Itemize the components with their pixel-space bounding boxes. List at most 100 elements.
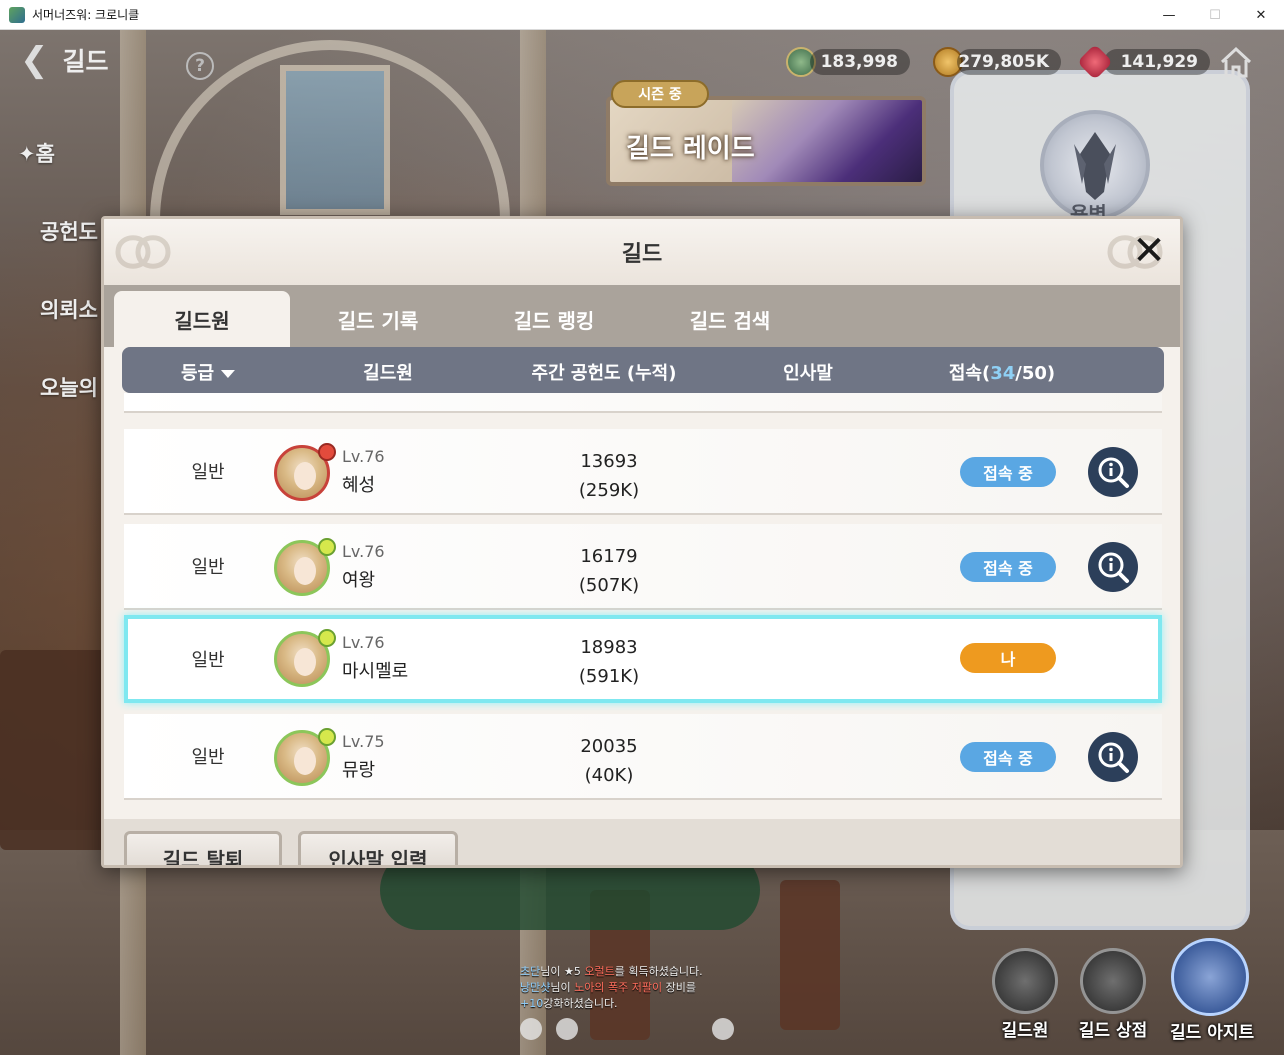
guild-hideout-icon bbox=[1171, 938, 1249, 1016]
tab-guild-search[interactable]: 길드 검색 bbox=[642, 291, 818, 347]
nav-label: 길드원 bbox=[1001, 1021, 1049, 1041]
member-column-label: 길드원 bbox=[363, 363, 413, 384]
attribute-badge-icon bbox=[318, 629, 336, 647]
window-controls: — ☐ ✕ bbox=[1146, 0, 1284, 30]
greeting-column-label: 인사말 bbox=[783, 363, 833, 384]
tab-guild-ranking[interactable]: 길드 랭킹 bbox=[466, 291, 642, 347]
table-row[interactable]: 일반 Lv.75 뮤랑 20035 (40K) 접속 중 bbox=[124, 714, 1162, 800]
red-crystal-icon bbox=[1076, 43, 1114, 81]
window-title: 서머너즈워: 크로니클 bbox=[32, 8, 140, 22]
chat-toggle-icon[interactable] bbox=[556, 1018, 578, 1040]
gold-value: 279,805K bbox=[957, 49, 1061, 75]
member-rank: 일반 bbox=[191, 747, 225, 768]
member-info-button[interactable] bbox=[1088, 447, 1138, 497]
magnify-info-icon bbox=[1098, 742, 1129, 773]
emoji-icon[interactable] bbox=[520, 1018, 542, 1040]
total-contribution: (259K) bbox=[578, 480, 640, 501]
chat-log: 초단님이 ★5 오럴트를 획득하셨습니다. 낭만샷님이 노아의 폭주 저팔이 장… bbox=[520, 964, 703, 1012]
member-level: Lv.76 bbox=[342, 447, 385, 466]
attribute-badge-icon bbox=[318, 538, 336, 556]
magnify-info-icon bbox=[1098, 457, 1129, 488]
game-viewport: 용병 ❮ 길드 ? ✦홈 공헌도 의뢰소 오늘의 183,998 279,805… bbox=[0, 30, 1284, 1055]
member-name: 뮤랑 bbox=[342, 760, 376, 781]
help-icon[interactable]: ? bbox=[186, 52, 214, 80]
attribute-badge-icon bbox=[318, 728, 336, 746]
chat-controls bbox=[520, 1018, 734, 1040]
table-row[interactable]: 일반 Lv.76 여왕 16179 (507K) 접속 중 bbox=[124, 524, 1162, 610]
background-window bbox=[280, 65, 390, 215]
nav-guild-hideout[interactable]: 길드 아지트 bbox=[1170, 938, 1255, 1043]
attribute-badge-icon bbox=[318, 443, 336, 461]
leave-guild-button[interactable]: 길드 탈퇴 bbox=[124, 831, 282, 865]
rank-column-label: 등급 bbox=[180, 363, 215, 384]
currency-guild-coin: 183,998 bbox=[786, 46, 910, 78]
status-badge: 접속 중 bbox=[960, 742, 1056, 772]
maximize-button[interactable]: ☐ bbox=[1192, 0, 1238, 30]
side-menu-request[interactable]: 의뢰소 bbox=[40, 294, 98, 324]
member-level: Lv.75 bbox=[342, 732, 385, 751]
currency-gold: 279,805K bbox=[933, 46, 1061, 78]
crystal-value: 141,929 bbox=[1104, 49, 1210, 75]
guild-coin-value: 183,998 bbox=[810, 49, 910, 75]
weekly-contribution: 13693 bbox=[580, 451, 638, 472]
member-rank: 일반 bbox=[191, 462, 225, 483]
side-menu-today[interactable]: 오늘의 bbox=[40, 372, 98, 402]
member-name: 마시멜로 bbox=[342, 661, 409, 682]
window-titlebar: 서머너즈워: 크로니클 — ☐ ✕ bbox=[0, 0, 1284, 30]
minimize-button[interactable]: — bbox=[1146, 0, 1192, 30]
guild-raid-banner[interactable]: 길드 레이드 bbox=[606, 96, 926, 186]
magnify-info-icon bbox=[1098, 552, 1129, 583]
app-icon bbox=[9, 6, 25, 23]
contribution-column-label: 주간 공헌도 (누적) bbox=[531, 363, 677, 384]
tab-guild-members[interactable]: 길드원 bbox=[114, 291, 290, 347]
table-row[interactable] bbox=[124, 393, 1162, 413]
back-button[interactable]: ❮ 길드 bbox=[20, 42, 109, 78]
chat-line: 낭만샷님이 노아의 폭주 저팔이 장비를 bbox=[520, 981, 696, 994]
tab-guild-log[interactable]: 길드 기록 bbox=[290, 291, 466, 347]
nav-label: 길드 상점 bbox=[1078, 1021, 1148, 1041]
back-label: 길드 bbox=[62, 47, 109, 76]
column-header: 등급 길드원 주간 공헌도 (누적) 인사말 접속(34/50) bbox=[122, 347, 1164, 393]
member-level: Lv.76 bbox=[342, 542, 385, 561]
raid-boss-art bbox=[732, 100, 922, 182]
total-contribution: (40K) bbox=[584, 765, 634, 786]
table-row[interactable]: 일반 Lv.76 혜성 13693 (259K) 접속 중 bbox=[124, 429, 1162, 515]
member-name: 여왕 bbox=[342, 570, 376, 591]
guild-member-icon bbox=[992, 948, 1058, 1014]
member-contribution: 16179 (507K) bbox=[559, 542, 659, 600]
member-rank: 일반 bbox=[191, 650, 225, 671]
member-contribution: 20035 (40K) bbox=[559, 732, 659, 790]
guild-modal: 길드 ✕ 길드원 길드 기록 길드 랭킹 길드 검색 등급 길드원 주간 공헌도… bbox=[101, 216, 1183, 868]
table-row-self[interactable]: 일반 Lv.76 마시멜로 18983 (591K) 나 bbox=[124, 615, 1162, 703]
member-info-button[interactable] bbox=[1088, 542, 1138, 592]
member-level: Lv.76 bbox=[342, 633, 385, 652]
member-contribution: 18983 (591K) bbox=[559, 633, 659, 691]
rank-sort-button[interactable]: 등급 bbox=[180, 359, 236, 385]
greeting-input-button[interactable]: 인사말 입력 bbox=[298, 831, 458, 865]
modal-title: 길드 bbox=[621, 242, 663, 267]
total-contribution: (591K) bbox=[578, 666, 640, 687]
chevron-left-icon: ❮ bbox=[20, 40, 49, 80]
weekly-contribution: 20035 bbox=[580, 736, 638, 757]
basket-icon bbox=[1080, 948, 1146, 1014]
settings-gear-icon[interactable] bbox=[712, 1018, 734, 1040]
close-icon[interactable]: ✕ bbox=[1129, 231, 1169, 271]
member-name: 혜성 bbox=[342, 475, 376, 496]
side-menu-contribution[interactable]: 공헌도 bbox=[40, 216, 98, 246]
window-close-button[interactable]: ✕ bbox=[1238, 0, 1284, 30]
modal-header: 길드 ✕ bbox=[104, 219, 1180, 285]
tab-bar: 길드원 길드 기록 길드 랭킹 길드 검색 bbox=[104, 285, 1180, 347]
member-info-button[interactable] bbox=[1088, 732, 1138, 782]
background-chair bbox=[780, 880, 840, 1030]
nav-label: 길드 아지트 bbox=[1170, 1023, 1255, 1043]
caret-down-icon bbox=[221, 370, 236, 378]
home-icon[interactable] bbox=[1218, 45, 1254, 79]
nav-guild-shop[interactable]: 길드 상점 bbox=[1073, 948, 1153, 1041]
chat-line: +10강화하셨습니다. bbox=[520, 997, 618, 1010]
side-menu-home[interactable]: ✦홈 bbox=[18, 138, 55, 168]
nav-guild-members[interactable]: 길드원 bbox=[985, 948, 1065, 1041]
raid-title: 길드 레이드 bbox=[626, 134, 755, 164]
member-list[interactable]: 일반 Lv.76 혜성 13693 (259K) 접속 중 일반 Lv.76 여… bbox=[104, 393, 1180, 819]
chat-line: 초단님이 ★5 오럴트를 획득하셨습니다. bbox=[520, 965, 703, 978]
self-badge: 나 bbox=[960, 643, 1056, 673]
